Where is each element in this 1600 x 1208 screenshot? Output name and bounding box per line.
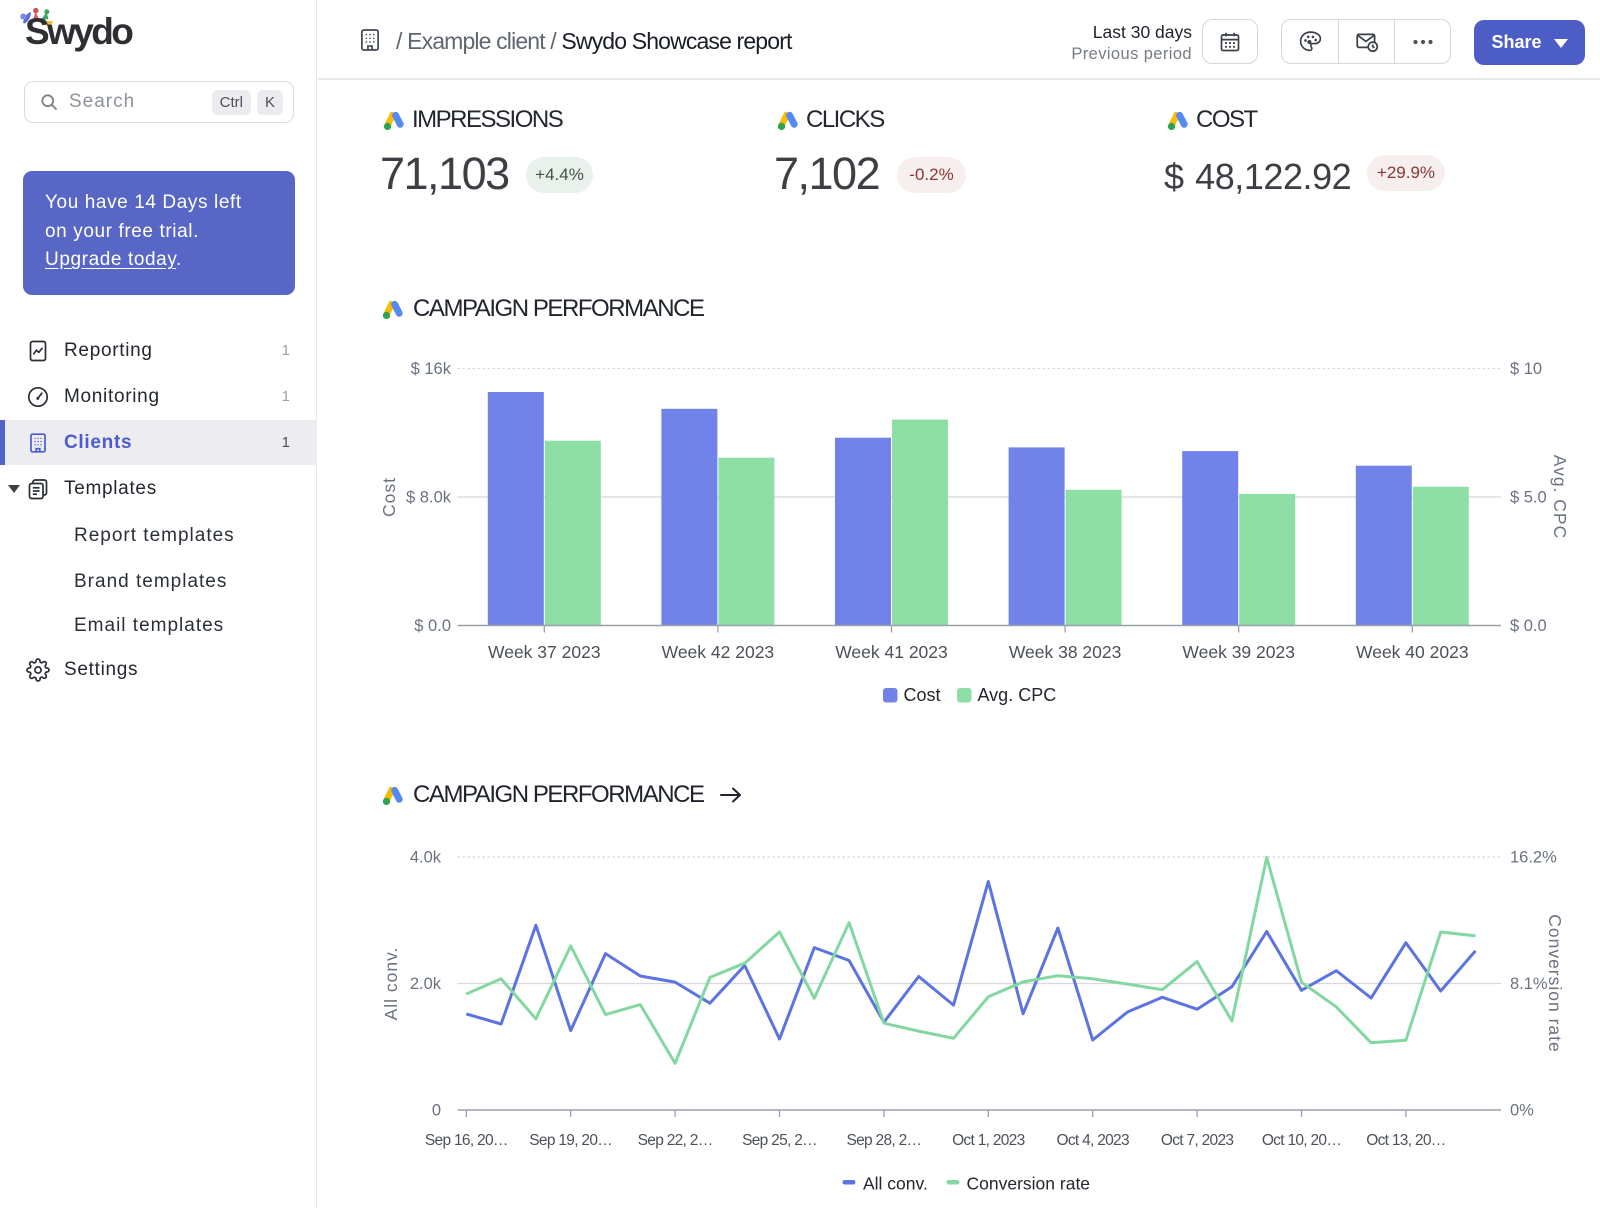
svg-text:Sep 22, 2…: Sep 22, 2…: [638, 1132, 713, 1149]
svg-text:8.1%: 8.1%: [1510, 975, 1548, 993]
svg-text:Sep 16, 20…: Sep 16, 20…: [425, 1132, 508, 1149]
svg-text:Conversion rate: Conversion rate: [1545, 914, 1565, 1053]
svg-text:Cost: Cost: [904, 685, 941, 705]
svg-text:Week 42 2023: Week 42 2023: [662, 642, 775, 662]
svg-text:Avg. CPC: Avg. CPC: [978, 685, 1057, 705]
svg-text:Oct 7, 2023: Oct 7, 2023: [1161, 1132, 1234, 1149]
svg-text:$ 0.0: $ 0.0: [1510, 617, 1547, 635]
svg-text:Avg. CPC: Avg. CPC: [1550, 455, 1570, 540]
svg-text:Week 39 2023: Week 39 2023: [1182, 642, 1295, 662]
svg-text:Week 38 2023: Week 38 2023: [1009, 642, 1122, 662]
svg-text:Week 40 2023: Week 40 2023: [1356, 642, 1469, 662]
svg-text:4.0k: 4.0k: [410, 849, 442, 867]
svg-text:0%: 0%: [1510, 1102, 1534, 1120]
svg-text:Oct 4, 2023: Oct 4, 2023: [1056, 1132, 1129, 1149]
svg-text:All conv.: All conv.: [863, 1174, 928, 1194]
svg-text:All conv.: All conv.: [381, 947, 401, 1021]
svg-text:Sep 19, 20…: Sep 19, 20…: [529, 1132, 612, 1149]
svg-text:Cost: Cost: [379, 477, 399, 517]
svg-text:$ 8.0k: $ 8.0k: [406, 489, 452, 507]
svg-text:Week 37 2023: Week 37 2023: [488, 642, 601, 662]
svg-text:$ 0.0: $ 0.0: [414, 617, 451, 635]
svg-text:0: 0: [432, 1102, 441, 1120]
svg-text:$ 10: $ 10: [1510, 360, 1542, 378]
svg-text:Sep 28, 2…: Sep 28, 2…: [846, 1132, 921, 1149]
svg-text:Oct 13, 20…: Oct 13, 20…: [1366, 1132, 1445, 1149]
svg-text:Oct 10, 20…: Oct 10, 20…: [1262, 1132, 1341, 1149]
svg-text:16.2%: 16.2%: [1510, 849, 1557, 867]
svg-text:Week 41 2023: Week 41 2023: [835, 642, 948, 662]
svg-text:2.0k: 2.0k: [410, 975, 442, 993]
svg-text:$ 5.0: $ 5.0: [1510, 489, 1547, 507]
svg-text:$ 16k: $ 16k: [411, 360, 452, 378]
svg-text:Oct 1, 2023: Oct 1, 2023: [952, 1132, 1025, 1149]
svg-text:Conversion rate: Conversion rate: [967, 1174, 1091, 1194]
svg-text:Sep 25, 2…: Sep 25, 2…: [742, 1132, 817, 1149]
